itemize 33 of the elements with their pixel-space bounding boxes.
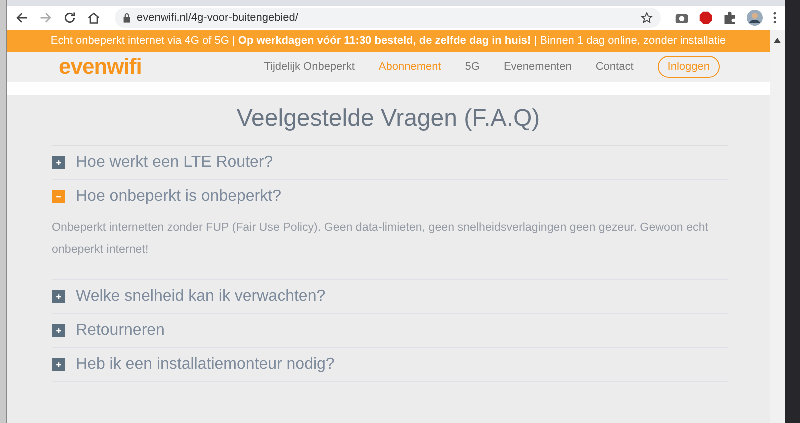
url-text: evenwifi.nl/4g-voor-buitengebied/: [137, 12, 300, 24]
toggle-icon[interactable]: [52, 190, 65, 203]
logo[interactable]: evenwifi: [59, 54, 142, 80]
stop-sign-icon[interactable]: [699, 11, 713, 25]
lock-icon: [123, 13, 131, 23]
menu-icon[interactable]: [773, 11, 777, 25]
faq-heading: Veelgestelde Vragen (F.A.Q): [236, 105, 542, 133]
avatar-icon[interactable]: [747, 10, 763, 26]
banner-text: Echt onbeperkt internet via 4G of 5G | Op werkdagen vóór 11:30 besteld, de zelfde dag in huis! | Binnen 1 dag online, zonder installatie: [50, 35, 726, 47]
faq-question[interactable]: Heb ik een installatiemonteur nodig?: [76, 356, 335, 374]
nav-link[interactable]: Evenementen: [504, 61, 572, 73]
reload-icon[interactable]: [63, 11, 77, 25]
toggle-icon[interactable]: [52, 156, 65, 169]
nav-link[interactable]: 5G: [465, 61, 480, 73]
nav-link[interactable]: Contact: [596, 61, 634, 73]
faq-answer: Onbeperkt internetten zonder FUP (Fair Use Policy). Geen data-limieten, geen snelheidsverlagingen geen gezeur. Gewoon echt onbeperkt internet!: [52, 220, 710, 258]
toggle-icon[interactable]: [52, 324, 65, 337]
scrollbar[interactable]: [770, 30, 785, 423]
faq-question[interactable]: Hoe onbeperkt is onbeperkt?: [76, 188, 282, 206]
back-icon[interactable]: [15, 11, 29, 25]
address-bar[interactable]: evenwifi.nl/4g-voor-buitengebied/: [115, 8, 661, 28]
faq-question[interactable]: Retourneren: [76, 322, 165, 340]
faq-question[interactable]: Welke snelheid kan ik verwachten?: [76, 288, 326, 306]
home-icon[interactable]: [87, 11, 101, 25]
faq-question[interactable]: Hoe werkt een LTE Router?: [76, 154, 274, 172]
puzzle-icon[interactable]: [723, 11, 737, 25]
nav-link[interactable]: Tijdelijk Onbeperkt: [264, 61, 355, 73]
toggle-icon[interactable]: [52, 358, 65, 371]
login-button[interactable]: Inloggen: [658, 56, 720, 78]
star-icon[interactable]: [641, 12, 653, 24]
nav-link[interactable]: Abonnement: [378, 61, 442, 73]
scroll-up-icon[interactable]: [774, 38, 781, 43]
toggle-icon[interactable]: [52, 290, 65, 303]
